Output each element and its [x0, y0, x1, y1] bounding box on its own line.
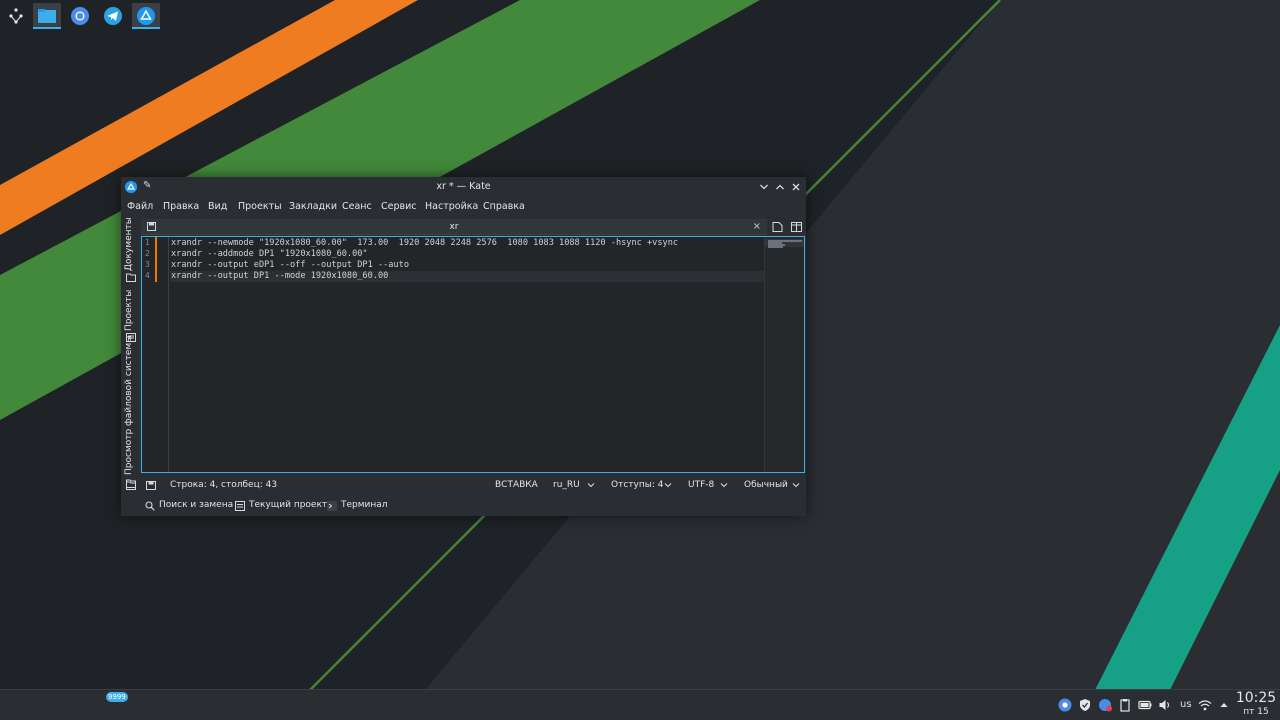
minimap-line: [768, 246, 783, 248]
menu-projects[interactable]: Проекты: [238, 201, 282, 212]
toolview-current-project[interactable]: Текущий проект: [235, 500, 328, 512]
sidebar-tab-projects[interactable]: Проекты: [121, 287, 141, 331]
chromium-icon: [71, 7, 89, 25]
sidebar-tab-label: Просмотр файловой системы: [124, 335, 134, 475]
chevron-down-icon[interactable]: [664, 481, 672, 489]
highlighting-mode[interactable]: Обычный: [744, 480, 788, 490]
editor-view[interactable]: 1 2 3 4 xrandr --newmode "1920x1080_60.0…: [141, 236, 805, 473]
chromium-tray-icon[interactable]: [1058, 698, 1072, 712]
modified-lines-marker: [155, 237, 157, 282]
toolview-label: Терминал: [341, 500, 388, 510]
input-mode[interactable]: ВСТАВКА: [495, 480, 538, 490]
split-view-icon[interactable]: [791, 222, 802, 232]
wifi-icon[interactable]: [1198, 698, 1212, 712]
launcher-icon: [9, 8, 23, 24]
chevron-down-icon: [760, 184, 768, 190]
line-number: 4: [145, 271, 150, 280]
terminal-icon: [327, 501, 337, 511]
menu-file[interactable]: Файл: [127, 201, 153, 212]
notification-badge: 9999: [106, 692, 128, 702]
chevron-down-icon[interactable]: [720, 481, 728, 489]
tab-title: xr: [449, 222, 459, 232]
clipboard-icon[interactable]: [1118, 698, 1132, 712]
maximize-button[interactable]: [773, 180, 787, 194]
toolview-search-replace[interactable]: Поиск и замена: [145, 500, 235, 512]
bottom-toolviews: Поиск и замена Текущий проект Терминал: [121, 497, 806, 514]
toolview-label: Поиск и замена: [159, 500, 234, 510]
clock-date[interactable]: пт 15: [1232, 707, 1280, 717]
line-number-gutter: 1 2 3 4: [142, 237, 169, 472]
kate-icon: [137, 7, 155, 25]
indentation-setting[interactable]: Отступы: 4: [611, 480, 663, 490]
keyboard-layout-indicator[interactable]: us: [1180, 699, 1192, 710]
chromium-notify-icon[interactable]: [1098, 698, 1112, 712]
clock-time[interactable]: 10:25: [1232, 690, 1280, 706]
battery-icon[interactable]: [1138, 698, 1152, 712]
minimize-button[interactable]: [757, 180, 771, 194]
kate-window: ✎ xr * — Kate Файл Правка Вид Проекты За…: [121, 177, 806, 516]
code-area[interactable]: xrandr --newmode "1920x1080_60.00" 173.0…: [170, 237, 764, 472]
search-icon: [145, 501, 155, 511]
line-number: 2: [145, 249, 150, 258]
left-sidebar: Документы Проекты Просмотр файловой сист…: [121, 217, 141, 489]
sidebar-tab-filesystem[interactable]: Просмотр файловой системы: [121, 336, 141, 475]
folder-icon: [38, 9, 56, 23]
new-document-icon[interactable]: [772, 222, 783, 232]
document-tab[interactable]: xr ×: [141, 219, 767, 235]
shield-icon[interactable]: [1078, 698, 1092, 712]
window-titlebar[interactable]: ✎ xr * — Kate: [121, 177, 806, 197]
save-icon[interactable]: [146, 481, 156, 490]
task-telegram[interactable]: [99, 3, 127, 29]
tray-expand-icon[interactable]: [1217, 698, 1231, 712]
menu-edit[interactable]: Правка: [163, 201, 199, 212]
menu-settings[interactable]: Настройка: [425, 201, 478, 212]
menu-bookmarks[interactable]: Закладки: [289, 201, 337, 212]
application-launcher[interactable]: [2, 3, 30, 29]
telegram-icon: [104, 7, 122, 25]
volume-icon[interactable]: [1158, 698, 1172, 712]
encoding-setting[interactable]: UTF-8: [688, 480, 714, 490]
toolview-terminal[interactable]: Терминал: [327, 500, 397, 512]
menu-help[interactable]: Справка: [483, 201, 525, 212]
folder-icon: [126, 273, 136, 282]
line-number: 3: [145, 260, 150, 269]
status-bar: Строка: 4, столбец: 43 ВСТАВКА ru_RU Отс…: [121, 477, 806, 494]
menu-view[interactable]: Вид: [208, 201, 227, 212]
task-kate[interactable]: [132, 3, 160, 29]
minimap[interactable]: [764, 237, 804, 472]
toolview-label: Текущий проект: [249, 500, 328, 510]
folder-icon[interactable]: [126, 481, 136, 490]
code-line[interactable]: xrandr --newmode "1920x1080_60.00" 173.0…: [170, 238, 764, 249]
line-number: 1: [145, 238, 150, 247]
code-line[interactable]: xrandr --output eDP1 --off --output DP1 …: [170, 260, 764, 271]
code-line-current[interactable]: xrandr --output DP1 --mode 1920x1080_60.…: [170, 271, 764, 282]
code-line[interactable]: xrandr --addmode DP1 "1920x1080_60.00": [170, 249, 764, 260]
menu-session[interactable]: Сеанс: [342, 201, 372, 212]
spellcheck-language[interactable]: ru_RU: [553, 480, 580, 490]
sidebar-tab-label: Документы: [124, 217, 134, 271]
window-title: xr * — Kate: [436, 181, 491, 192]
close-button[interactable]: [789, 180, 803, 194]
menu-bar: Файл Правка Вид Проекты Закладки Сеанс С…: [121, 197, 806, 215]
document-tabbar: xr ×: [141, 219, 767, 235]
cursor-position[interactable]: Строка: 4, столбец: 43: [170, 480, 277, 490]
menu-tools[interactable]: Сервис: [381, 201, 417, 212]
project-icon: [235, 501, 245, 511]
tab-close-icon[interactable]: ×: [753, 221, 761, 232]
chevron-down-icon[interactable]: [587, 481, 595, 489]
sidebar-tab-label: Проекты: [124, 289, 134, 331]
chevron-down-icon[interactable]: [792, 481, 800, 489]
close-icon: [792, 183, 800, 191]
task-browser[interactable]: [66, 3, 94, 29]
sidebar-tab-documents[interactable]: Документы: [121, 217, 141, 271]
chevron-up-icon: [776, 184, 784, 190]
task-file-manager[interactable]: [33, 3, 61, 29]
